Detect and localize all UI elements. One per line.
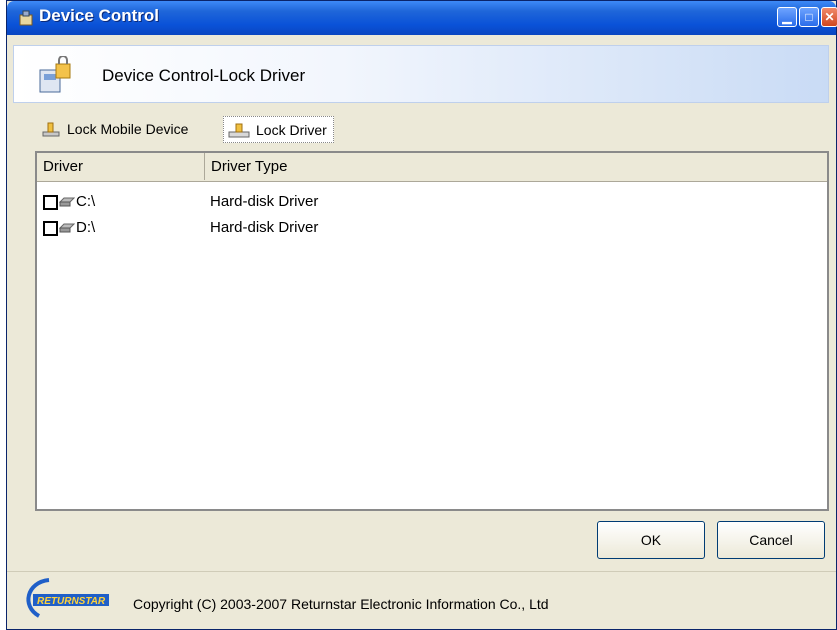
header-banner: Device Control-Lock Driver <box>13 45 829 103</box>
list-header: Driver Driver Type <box>37 153 827 182</box>
column-header-driver-type[interactable]: Driver Type <box>205 153 827 180</box>
minimize-button[interactable]: ▁ <box>777 7 797 27</box>
column-header-driver[interactable]: Driver <box>37 153 205 180</box>
copyright-text: Copyright (C) 2003-2007 Returnstar Elect… <box>133 596 549 612</box>
footer: RETURNSTAR Copyright (C) 2003-2007 Retur… <box>7 571 836 630</box>
row-checkbox[interactable] <box>43 195 58 210</box>
hard-disk-icon <box>59 197 75 207</box>
driver-type: Hard-disk Driver <box>210 193 319 210</box>
svg-text:RETURNSTAR: RETURNSTAR <box>37 596 106 607</box>
list-item[interactable]: D:\ Hard-disk Driver <box>37 217 827 241</box>
close-button[interactable]: ✕ <box>821 7 837 27</box>
ok-button[interactable]: OK <box>597 521 705 559</box>
title-bar[interactable]: Device Control ▁ □ ✕ <box>7 1 837 35</box>
hard-disk-icon <box>59 223 75 233</box>
tab-label: Lock Mobile Device <box>67 121 189 137</box>
driver-list: Driver Driver Type C:\ Hard-disk Driver … <box>35 151 829 511</box>
usb-device-icon <box>42 122 60 137</box>
maximize-button[interactable]: □ <box>799 7 819 27</box>
tab-lock-mobile-device[interactable]: Lock Mobile Device <box>41 115 188 143</box>
banner-title: Device Control-Lock Driver <box>102 66 306 85</box>
app-icon <box>19 10 33 26</box>
driver-name: C:\ <box>76 193 96 210</box>
list-item[interactable]: C:\ Hard-disk Driver <box>37 191 827 215</box>
driver-type: Hard-disk Driver <box>210 219 319 236</box>
drive-lock-icon <box>228 123 250 137</box>
returnstar-logo: RETURNSTAR <box>26 578 109 618</box>
device-control-window: Device Control ▁ □ ✕ Device Control-Lock… <box>6 0 837 630</box>
cancel-button[interactable]: Cancel <box>717 521 825 559</box>
driver-name: D:\ <box>76 219 96 236</box>
tab-label: Lock Driver <box>256 121 327 138</box>
row-checkbox[interactable] <box>43 221 58 236</box>
tab-lock-driver[interactable]: Lock Driver <box>223 116 334 143</box>
window-title: Device Control <box>39 6 159 25</box>
lock-device-icon <box>39 56 71 93</box>
